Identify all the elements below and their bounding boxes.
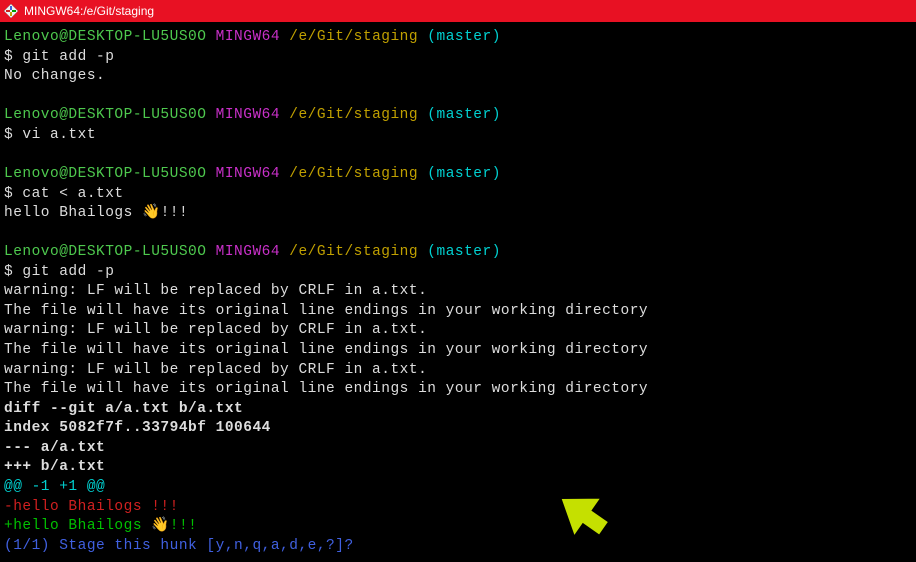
- prompt-mingw: MINGW64: [216, 244, 280, 260]
- diff-index: index 5082f7f..33794bf 100644: [4, 419, 912, 439]
- prompt-user: Lenovo@DESKTOP-LU5US0O: [4, 244, 206, 260]
- terminal-output[interactable]: Lenovo@DESKTOP-LU5US0O MINGW64 /e/Git/st…: [0, 22, 916, 562]
- window-titlebar: MINGW64:/e/Git/staging: [0, 0, 916, 22]
- prompt-path: /e/Git/staging: [289, 107, 418, 123]
- warning-line: The file will have its original line end…: [4, 380, 912, 400]
- warning-line: The file will have its original line end…: [4, 302, 912, 322]
- prompt-user: Lenovo@DESKTOP-LU5US0O: [4, 166, 206, 182]
- git-bash-icon: [4, 4, 18, 18]
- stage-hunk-prompt[interactable]: (1/1) Stage this hunk [y,n,q,a,d,e,?]?: [4, 537, 912, 557]
- prompt-user: Lenovo@DESKTOP-LU5US0O: [4, 29, 206, 45]
- prompt-line: Lenovo@DESKTOP-LU5US0O MINGW64 /e/Git/st…: [4, 28, 912, 48]
- warning-line: warning: LF will be replaced by CRLF in …: [4, 361, 912, 381]
- command-line: $ cat < a.txt: [4, 185, 912, 205]
- diff-plus-file: +++ b/a.txt: [4, 458, 912, 478]
- diff-removed-line: -hello Bhailogs !!!: [4, 498, 912, 518]
- window-title: MINGW64:/e/Git/staging: [24, 4, 154, 18]
- warning-line: warning: LF will be replaced by CRLF in …: [4, 282, 912, 302]
- command-line: $ git add -p: [4, 48, 912, 68]
- prompt-line: Lenovo@DESKTOP-LU5US0O MINGW64 /e/Git/st…: [4, 243, 912, 263]
- prompt-line: Lenovo@DESKTOP-LU5US0O MINGW64 /e/Git/st…: [4, 165, 912, 185]
- prompt-branch: (master): [427, 244, 501, 260]
- prompt-mingw: MINGW64: [216, 166, 280, 182]
- prompt-branch: (master): [427, 107, 501, 123]
- diff-header: diff --git a/a.txt b/a.txt: [4, 400, 912, 420]
- diff-added-line: +hello Bhailogs 👋!!!: [4, 517, 912, 537]
- warning-line: The file will have its original line end…: [4, 341, 912, 361]
- output-line: No changes.: [4, 67, 912, 87]
- command-line: $ vi a.txt: [4, 126, 912, 146]
- prompt-branch: (master): [427, 29, 501, 45]
- command-line: $ git add -p: [4, 263, 912, 283]
- diff-hunk-header: @@ -1 +1 @@: [4, 478, 912, 498]
- prompt-path: /e/Git/staging: [289, 29, 418, 45]
- output-line: hello Bhailogs 👋!!!: [4, 204, 912, 224]
- prompt-mingw: MINGW64: [216, 29, 280, 45]
- warning-line: warning: LF will be replaced by CRLF in …: [4, 321, 912, 341]
- prompt-line: Lenovo@DESKTOP-LU5US0O MINGW64 /e/Git/st…: [4, 106, 912, 126]
- prompt-branch: (master): [427, 166, 501, 182]
- prompt-user: Lenovo@DESKTOP-LU5US0O: [4, 107, 206, 123]
- diff-minus-file: --- a/a.txt: [4, 439, 912, 459]
- prompt-path: /e/Git/staging: [289, 244, 418, 260]
- prompt-path: /e/Git/staging: [289, 166, 418, 182]
- prompt-mingw: MINGW64: [216, 107, 280, 123]
